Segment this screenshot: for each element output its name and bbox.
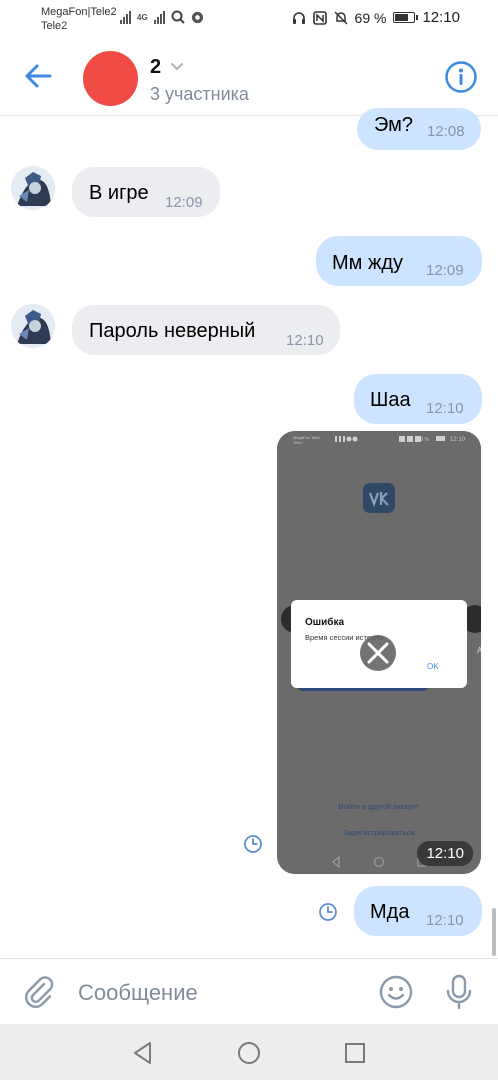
carrier-info: MegaFon|Tele2 Tele2	[41, 5, 117, 33]
message-bubble-outgoing[interactable]: Мда 12:10	[354, 886, 482, 936]
nav-back-icon[interactable]	[130, 1040, 156, 1066]
message-time: 12:09	[426, 262, 464, 279]
battery-percent: 69 %	[354, 9, 387, 26]
message-text: Эм?	[374, 114, 414, 136]
chevron-down-icon[interactable]	[170, 62, 184, 72]
scrollbar[interactable]	[492, 908, 496, 956]
svg-text:А: А	[477, 646, 481, 655]
message-bubble-outgoing[interactable]: Мм жду 12:09	[316, 236, 482, 286]
mute-icon	[334, 10, 348, 25]
message-text: В игре	[89, 182, 149, 204]
chat-avatar[interactable]	[83, 51, 138, 106]
status-bar: MegaFon|Tele2 Tele2 4G 69 % 12:10	[0, 0, 498, 36]
message-bubble-outgoing[interactable]: Шаа 12:10	[354, 374, 482, 424]
chrome-icon	[191, 11, 203, 23]
paperclip-icon[interactable]	[22, 975, 56, 1009]
back-arrow-icon[interactable]	[22, 60, 54, 92]
screenshot-carrier-2: Tele2	[293, 440, 303, 445]
network-type: 4G	[137, 12, 148, 22]
message-image[interactable]: MegaFon Tele2 Tele2 69 % 12:10 А Ошибка …	[277, 431, 481, 874]
sender-avatar[interactable]	[11, 304, 55, 348]
message-time: 12:10	[426, 400, 464, 417]
sending-clock-icon	[319, 903, 337, 921]
message-text: Пароль неверный	[89, 320, 256, 342]
message-time: 12:10	[417, 841, 473, 866]
info-icon[interactable]	[444, 60, 478, 94]
status-icons-left: 4G	[120, 10, 204, 24]
chat-title[interactable]: 2	[150, 56, 161, 79]
nfc-icon	[312, 10, 327, 25]
chat-header: 2 3 участника	[0, 36, 498, 116]
signal-icon-2	[153, 10, 165, 24]
message-composer	[0, 958, 498, 1024]
screenshot-close-overlay	[360, 635, 396, 671]
status-time: 12:10	[422, 9, 460, 26]
search-icon	[171, 10, 185, 24]
battery-icon	[393, 12, 419, 23]
sender-avatar-image	[11, 166, 55, 210]
carrier-line-2: Tele2	[41, 20, 68, 32]
nav-recents-icon[interactable]	[342, 1040, 368, 1066]
message-bubble-outgoing[interactable]: Эм? 12:08	[357, 108, 481, 150]
message-time: 12:08	[427, 123, 465, 140]
status-icons-right: 69 % 12:10	[292, 9, 460, 26]
signal-icon	[120, 10, 131, 24]
message-time: 12:10	[286, 332, 324, 349]
screenshot-link-other-account: Войти в другой аккаунт	[339, 802, 420, 811]
message-text: Мда	[370, 901, 410, 923]
message-input[interactable]	[78, 977, 358, 1009]
carrier-line-1: MegaFon|Tele2	[41, 6, 117, 18]
chat-members-count: 3 участника	[150, 84, 249, 104]
screenshot-dialog-ok: OK	[427, 662, 439, 671]
headphones-icon	[292, 11, 305, 24]
message-time: 12:10	[426, 912, 464, 929]
emoji-icon[interactable]	[378, 974, 414, 1010]
system-nav-bar	[0, 1024, 498, 1080]
screenshot-dialog-title: Ошибка	[305, 616, 344, 628]
sending-clock-icon	[244, 835, 262, 853]
message-text: Шаа	[370, 389, 411, 411]
message-time: 12:09	[165, 194, 203, 211]
screenshot-battery: 69 %	[418, 437, 430, 443]
attached-screenshot: MegaFon Tele2 Tele2 69 % 12:10 А Ошибка …	[277, 431, 481, 874]
screenshot-link-register: Зарегистрироваться	[344, 828, 415, 837]
nav-home-icon[interactable]	[236, 1040, 262, 1066]
sender-avatar[interactable]	[11, 166, 55, 210]
sender-avatar-image	[11, 304, 55, 348]
screenshot-status-time: 12:10	[450, 437, 466, 443]
message-bubble-incoming[interactable]: Пароль неверный 12:10	[72, 305, 340, 355]
vk-logo	[363, 483, 395, 513]
microphone-icon[interactable]	[442, 973, 476, 1011]
message-text: Мм жду	[332, 252, 404, 274]
message-bubble-incoming[interactable]: В игре 12:09	[72, 167, 220, 217]
